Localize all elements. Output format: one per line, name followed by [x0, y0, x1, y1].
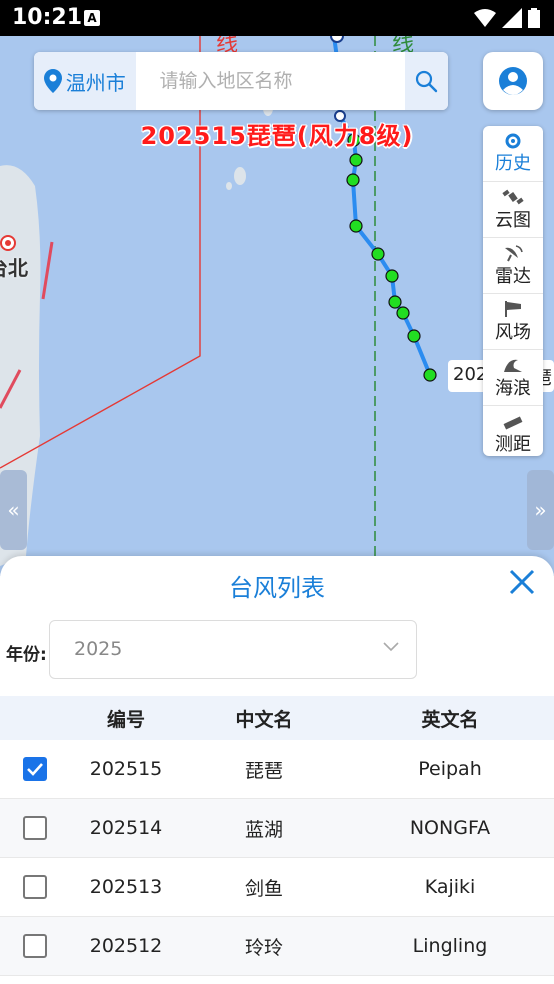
warning-line-48h: [41, 241, 54, 300]
search-bar: 温州市: [34, 52, 448, 110]
city-name: 温州市: [65, 70, 126, 95]
prev-arrow-button[interactable]: «: [0, 470, 27, 550]
storm-title: 202515琵琶(风力8级): [140, 122, 414, 150]
notification-icon: A: [84, 10, 100, 26]
typhoon-id: 202515: [89, 758, 163, 780]
double-chevron-right-icon: »: [534, 498, 547, 522]
typhoon-id: 202513: [89, 876, 163, 898]
track-point: [346, 173, 360, 187]
map-label-taipei: 台北: [0, 256, 28, 280]
tool-radar[interactable]: 雷达: [483, 238, 543, 294]
taipei-marker-dot: [5, 240, 11, 246]
table-row[interactable]: 202512 玲玲 Lingling: [0, 917, 554, 976]
double-chevron-left-icon: «: [7, 498, 20, 522]
tool-wind[interactable]: 风场: [483, 294, 543, 350]
row-checkbox[interactable]: [23, 934, 47, 958]
ruler-icon: [503, 415, 523, 430]
typhoon-id: 202512: [89, 935, 163, 957]
radar-icon: [505, 244, 523, 261]
column-header-id: 编号: [106, 708, 145, 731]
typhoon-list-sheet: 台风列表 年份: 2025 编号 中文名 英文名 202515 琵琶 Peipa…: [0, 556, 554, 984]
track-point: [423, 368, 437, 382]
close-button[interactable]: [506, 566, 538, 598]
tool-label: 风场: [495, 321, 531, 343]
tool-wave[interactable]: 海浪: [483, 350, 543, 406]
track-point: [385, 269, 399, 283]
city-selector[interactable]: 温州市: [34, 52, 136, 110]
tool-label: 云图: [495, 209, 531, 231]
typhoon-en-name: Peipah: [418, 758, 482, 780]
column-header-en: 英文名: [421, 708, 479, 731]
tool-label: 测距: [495, 433, 531, 455]
typhoon-en-name: Lingling: [412, 935, 488, 957]
search-icon: [416, 70, 438, 93]
chevron-down-icon: [383, 642, 399, 652]
status-bar: 10:21 A: [0, 0, 554, 36]
tool-label: 雷达: [495, 265, 531, 287]
close-icon: [509, 569, 535, 595]
track-point: [396, 306, 410, 320]
year-value: 2025: [74, 638, 123, 660]
typhoon-cn-name: 剑鱼: [244, 877, 283, 900]
next-arrow-button[interactable]: »: [527, 470, 554, 550]
satellite-icon: [502, 189, 524, 204]
status-icons: [474, 8, 540, 28]
typhoon-id: 202514: [89, 817, 163, 839]
track-point: [330, 36, 344, 43]
row-checkbox[interactable]: [23, 816, 47, 840]
tool-label: 历史: [495, 152, 531, 174]
map-tool-bar: 历史 云图 雷达 风场 海浪 测距: [483, 126, 543, 456]
battery-icon: [528, 8, 540, 28]
table-row[interactable]: 202515 琵琶 Peipah: [0, 740, 554, 799]
column-header-cn: 中文名: [235, 708, 293, 731]
wind-flag-icon: [505, 300, 521, 317]
row-checkbox[interactable]: [23, 875, 47, 899]
year-select[interactable]: 2025: [49, 620, 417, 679]
track-point: [349, 153, 363, 167]
typhoon-cn-name: 玲玲: [244, 936, 283, 959]
tool-cloud[interactable]: 云图: [483, 182, 543, 238]
tool-label: 海浪: [495, 377, 531, 399]
table-header: 编号 中文名 英文名: [0, 696, 554, 740]
tool-history[interactable]: 历史: [483, 126, 543, 182]
history-typhoon-icon: [505, 133, 521, 148]
wave-icon: [504, 359, 522, 372]
year-label: 年份:: [6, 645, 47, 665]
track-point: [388, 295, 402, 309]
row-checkbox-checked[interactable]: [23, 757, 47, 781]
check-icon: [27, 763, 43, 776]
typhoon-en-name: Kajiki: [424, 876, 476, 898]
user-profile-button[interactable]: [483, 52, 543, 110]
location-pin-icon: [43, 69, 62, 93]
typhoon-en-name: NONGFA: [409, 817, 491, 839]
typhoon-cn-name: 蓝湖: [244, 818, 283, 841]
sheet-title: 台风列表: [229, 574, 325, 602]
signal-icon: [502, 8, 522, 28]
status-time: 10:21: [12, 5, 83, 30]
table-row[interactable]: 202513 剑鱼 Kajiki: [0, 858, 554, 917]
track-point: [407, 329, 421, 343]
tool-measure[interactable]: 测距: [483, 406, 543, 461]
region-search-input[interactable]: [135, 52, 405, 110]
typhoon-cn-name: 琵琶: [244, 759, 283, 782]
wifi-icon: [474, 9, 496, 27]
track-point: [371, 247, 385, 261]
user-avatar-icon: [499, 67, 527, 95]
track-point: [349, 219, 363, 233]
search-button[interactable]: [404, 52, 448, 110]
table-row[interactable]: 202514 蓝湖 NONGFA: [0, 799, 554, 858]
